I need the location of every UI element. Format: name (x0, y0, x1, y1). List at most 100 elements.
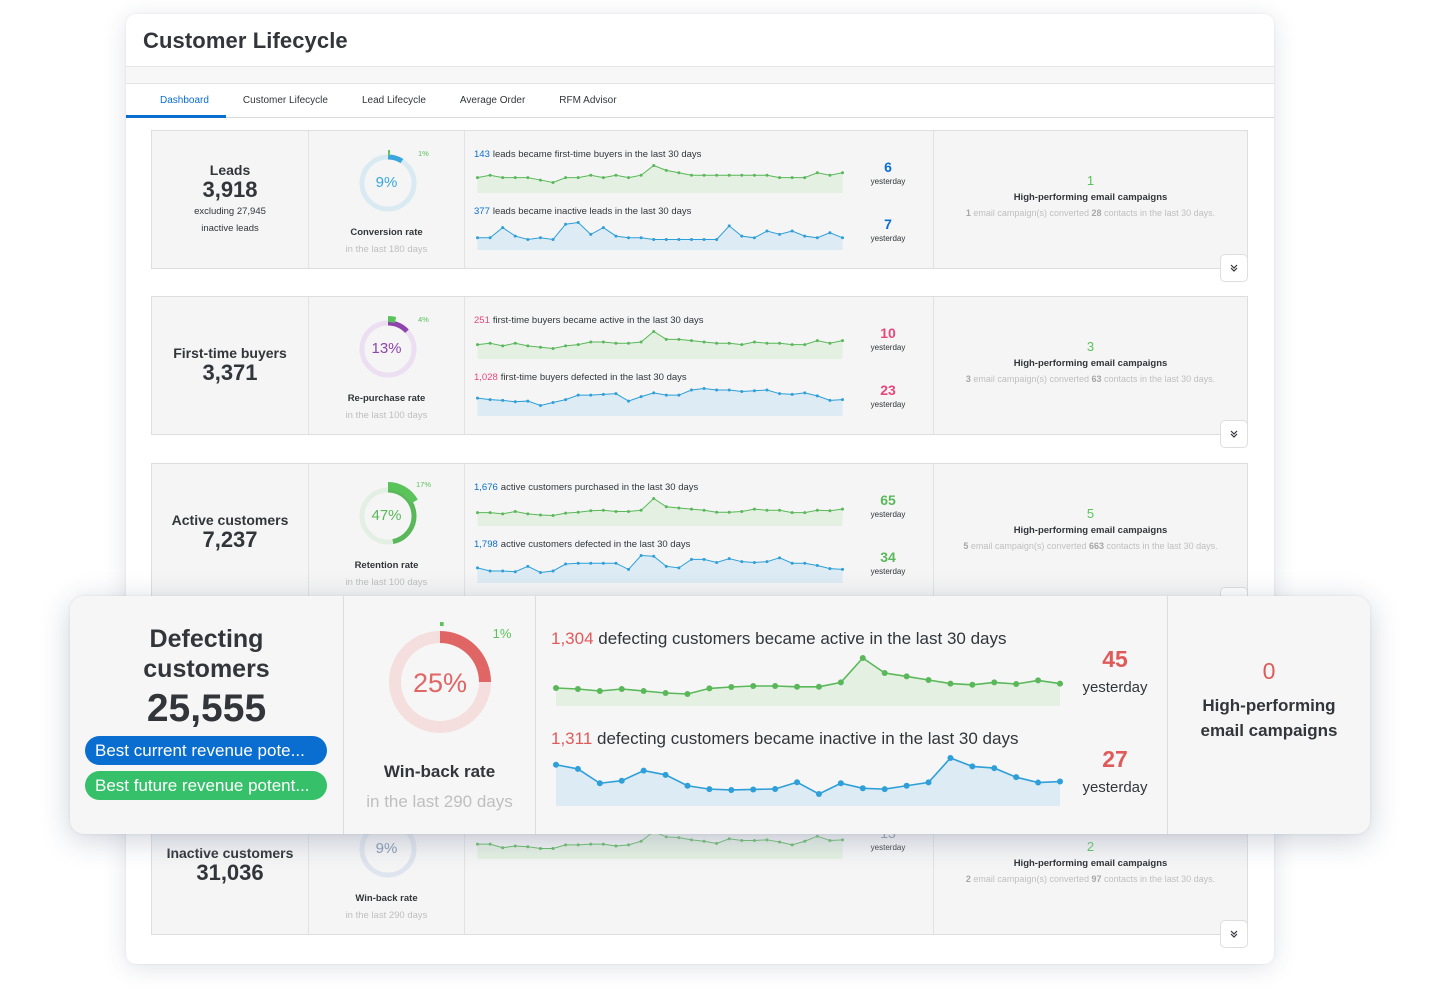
sparkline-point (828, 231, 832, 235)
segment-count: 25,555 (146, 687, 267, 730)
best-future-revenue-button[interactable]: Best future revenue potent... (85, 771, 327, 800)
sparkline-point (664, 835, 668, 839)
sparkline-point (881, 786, 888, 793)
sparkline-point (715, 841, 719, 845)
sparkline-point (614, 844, 618, 848)
sparkline-point (740, 560, 744, 564)
sparkline-point (727, 341, 731, 345)
sparkline-point (501, 226, 505, 230)
sparkline-point (778, 508, 782, 512)
expand-row-button[interactable] (1220, 420, 1248, 448)
sparkline-point (991, 679, 998, 686)
sparkline-point (684, 782, 691, 789)
sparkline-point (513, 176, 517, 180)
yesterday-stat: 65 yesterday (843, 492, 933, 519)
sparkline-area (477, 831, 843, 859)
double-chevron-down-icon (1230, 264, 1238, 272)
sparkline-point (1013, 774, 1020, 781)
campaign-desc-count: 2 (965, 874, 971, 884)
sparkline-point (618, 777, 625, 784)
sparkline-point (728, 684, 735, 690)
sparkline-point (627, 176, 631, 180)
sparkline-point (553, 685, 559, 691)
sparkline-point (639, 508, 643, 512)
expand-row-button[interactable] (1220, 254, 1248, 282)
best-current-revenue-button[interactable]: Best current revenue pote... (85, 736, 327, 765)
sparkline-point (677, 506, 681, 510)
rate-panel: 47% 17% Retention rate in the last 100 d… (309, 464, 465, 601)
sparkline-point (476, 236, 479, 240)
yesterday-became-active: 45 yesterday (1063, 646, 1167, 696)
yesterday-count: 6 (884, 159, 892, 175)
metric-text: active customers defected in the last 30… (500, 539, 691, 550)
segment-count: 7,237 (202, 527, 258, 553)
sparkline-point (765, 560, 769, 564)
metric-count: 377 (474, 206, 490, 217)
double-chevron-down-icon (1230, 930, 1238, 938)
segment-count: 3,371 (202, 360, 258, 386)
yesterday-label: yesterday (870, 510, 906, 519)
sparkline-point (828, 509, 832, 513)
sparkline-point (815, 339, 819, 343)
tab-dashboard[interactable]: Dashboard (126, 84, 226, 118)
tab-bar: Dashboard Customer Lifecycle Lead Lifecy… (126, 84, 1274, 118)
sparkline-point (664, 238, 668, 241)
metric-count: 1,311 (551, 729, 593, 748)
sparkline-point (803, 391, 807, 395)
sparkline-point (596, 780, 603, 787)
campaign-desc-contacts: 97 (1091, 874, 1102, 884)
sparkline-point (790, 843, 794, 847)
sparkline-point (689, 838, 693, 842)
toolbar-strip (126, 67, 1274, 84)
rate-panel: 9% 1% Conversion rate in the last 180 da… (309, 131, 465, 268)
sparkline-point (564, 511, 568, 515)
tab-customer-lifecycle[interactable]: Customer Lifecycle (226, 84, 345, 117)
sparkline-point (750, 683, 757, 689)
tab-average-order[interactable]: Average Order (443, 84, 542, 117)
sparkline-point (589, 561, 593, 565)
sparkline-point (969, 763, 976, 770)
sparkline-point (752, 340, 756, 344)
trend-panel: 251 first-time buyers became active in th… (465, 297, 934, 434)
sparkline-point (564, 222, 568, 226)
sparkline-point (652, 330, 656, 333)
tab-rfm-advisor[interactable]: RFM Advisor (542, 84, 633, 117)
sparkline-point (513, 341, 517, 345)
sparkline-point (553, 761, 559, 768)
sparkline-point (727, 388, 731, 392)
sparkline-point (601, 340, 605, 344)
sparkline-point (740, 173, 744, 177)
sparkline-point (664, 505, 668, 509)
yesterday-count: 10 (880, 325, 896, 341)
rate-period: in the last 290 days (366, 792, 513, 811)
sparkline-point (815, 683, 822, 690)
sparkline-point (740, 839, 744, 843)
sparkline-point (803, 511, 807, 515)
sparkline-point (925, 677, 932, 683)
trend-panel: 1,304 defecting customers became active … (536, 596, 1168, 834)
expand-row-button[interactable] (1220, 920, 1248, 948)
sparkline-point (794, 683, 801, 690)
sparkline-point (564, 562, 568, 566)
yesterday-label: yesterday (870, 234, 906, 243)
campaign-desc-count: 5 (963, 541, 969, 551)
sparkline-point (551, 401, 555, 405)
sparkline-point (803, 343, 807, 347)
segment-row: First-time buyers 3,371 13% 4% Re-purcha… (151, 296, 1248, 435)
sparkline-point (574, 686, 581, 692)
sparkline-point (639, 395, 643, 399)
sparkline-point (538, 236, 542, 240)
tab-lead-lifecycle[interactable]: Lead Lifecycle (345, 84, 443, 117)
campaign-count: 5 (1086, 506, 1095, 521)
yesterday-stat: 23 yesterday (843, 382, 933, 409)
metric-became-active: 1,304 defecting customers became active … (551, 629, 1007, 649)
segment-label-line2: customers (143, 655, 270, 683)
yesterday-became-inactive: 27 yesterday (1063, 746, 1167, 796)
metric-text: defecting customers became inactive in t… (597, 729, 1019, 748)
sparkline-point (513, 400, 517, 404)
sparkline-point (538, 178, 542, 182)
sparkline-point (715, 341, 719, 345)
rate-panel: 13% 4% Re-purchase rate in the last 100 … (309, 297, 465, 434)
campaign-desc-text: email campaign(s) converted (970, 541, 1087, 551)
sparkline-point (639, 236, 643, 240)
